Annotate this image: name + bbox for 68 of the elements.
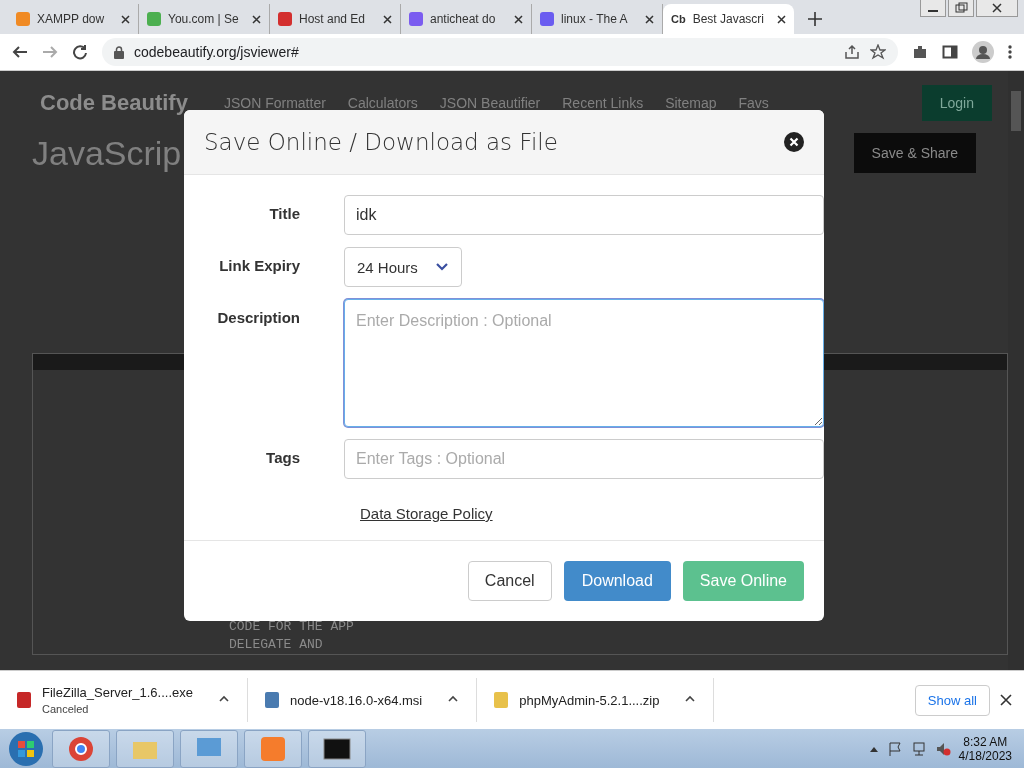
restore-icon[interactable]	[948, 0, 974, 17]
minimize-icon[interactable]	[920, 0, 946, 17]
network-icon[interactable]	[910, 741, 927, 757]
expiry-dropdown[interactable]: 24 Hours	[344, 247, 462, 287]
new-tab-icon[interactable]	[808, 12, 822, 26]
taskbar-app-icon[interactable]	[52, 730, 110, 768]
favicon-icon	[409, 12, 423, 26]
close-icon[interactable]	[121, 14, 130, 24]
dialog-button[interactable]: Cancel	[467, 561, 552, 601]
flag-icon[interactable]	[886, 741, 903, 757]
favicon-icon	[278, 12, 292, 26]
download-status: Canceled	[42, 703, 90, 715]
close-icon[interactable]	[383, 14, 392, 24]
browser-tab[interactable]: anticheat do	[401, 4, 532, 34]
code-line: DELEGATE AND	[229, 636, 324, 654]
download-filename[interactable]: node-v18.16.0-x64.msi	[290, 692, 423, 708]
address-bar[interactable]: codebeautify.org/jsviewer#	[102, 38, 898, 66]
avatar-icon[interactable]	[972, 41, 994, 63]
text-field[interactable]: idk	[344, 195, 824, 235]
close-icon[interactable]	[777, 14, 786, 24]
sidebar-icon[interactable]	[942, 44, 958, 60]
star-icon[interactable]	[870, 44, 886, 60]
dialog-title: Save Online / Download as File	[204, 129, 558, 155]
favicon-text: Cb	[671, 13, 686, 25]
field-label: Description	[216, 308, 300, 328]
close-icon[interactable]	[976, 0, 1018, 17]
browser-tab[interactable]: Host and Ed	[270, 4, 401, 34]
page-heading: JavaScrip	[32, 133, 182, 173]
lock-icon	[114, 45, 124, 59]
field-label: Title	[268, 204, 300, 224]
menu-icon[interactable]	[1008, 44, 1012, 60]
data-storage-policy-link[interactable]: Data Storage Policy	[344, 491, 509, 522]
file-icon	[16, 691, 32, 709]
description-field[interactable]: Enter Description : Optional	[344, 299, 824, 427]
dialog-button[interactable]: Download	[563, 561, 671, 601]
text-field[interactable]: Enter Tags : Optional	[344, 439, 824, 479]
browser-tab[interactable]: You.com | Se	[139, 4, 270, 34]
caret-up-icon[interactable]	[868, 745, 879, 753]
browser-tab[interactable]: Cb Best Javascri	[663, 4, 794, 34]
save-share-button[interactable]: Save & Share	[853, 133, 976, 173]
file-icon	[264, 691, 280, 709]
field-label: Tags	[265, 448, 300, 468]
browser-tab[interactable]: XAMPP dow	[8, 4, 139, 34]
favicon-icon	[16, 12, 30, 26]
close-icon[interactable]	[784, 132, 804, 152]
browser-tab[interactable]: linux - The A	[532, 4, 663, 34]
download-filename[interactable]: phpMyAdmin-5.2.1....zip	[519, 692, 660, 708]
field-label: Link Expiry	[218, 256, 300, 276]
download-filename[interactable]: FileZilla_Server_1.6....exe	[42, 685, 193, 700]
file-icon	[493, 691, 510, 709]
speaker-muted-icon[interactable]	[934, 741, 951, 757]
favicon-icon	[540, 12, 554, 26]
close-icon[interactable]	[645, 14, 654, 24]
back-icon[interactable]	[12, 44, 28, 60]
clock[interactable]: 8:32 AM 4/18/2023	[958, 735, 1012, 763]
chevron-down-icon	[435, 262, 449, 272]
close-icon[interactable]	[252, 14, 261, 24]
login-button[interactable]: Login	[921, 85, 992, 121]
share-icon[interactable]	[844, 44, 860, 60]
site-logo[interactable]: Code Beautify	[40, 90, 188, 116]
favicon-icon	[147, 12, 161, 26]
show-all-button[interactable]: Show all	[914, 684, 990, 716]
reload-icon[interactable]	[72, 44, 88, 60]
close-icon[interactable]	[514, 14, 523, 24]
close-icon[interactable]	[1000, 694, 1012, 706]
taskbar-terminal-icon[interactable]	[308, 730, 366, 768]
code-line: CODE FOR THE APP	[229, 618, 355, 636]
start-icon[interactable]	[6, 730, 46, 768]
